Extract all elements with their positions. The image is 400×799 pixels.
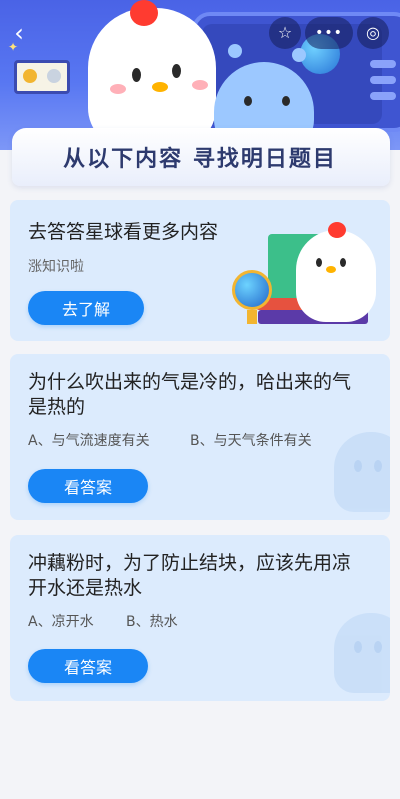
favorite-button[interactable]: ☆ <box>269 17 301 49</box>
chick-comb <box>130 0 158 26</box>
chick-eye <box>316 258 322 267</box>
globe-illustration <box>232 270 272 310</box>
target-icon: ◎ <box>366 23 380 42</box>
star-icon: ☆ <box>277 23 293 42</box>
globe-stand <box>247 310 257 324</box>
option-a: A、与气流速度有关 <box>28 433 150 449</box>
page-title: 从以下内容 寻找明日题目 <box>63 147 337 172</box>
chick-beak <box>152 82 168 92</box>
question-title-line: 是热的 <box>28 396 86 418</box>
chevron-left-icon: ‹ <box>14 19 24 47</box>
promo-subtitle: 涨知识啦 <box>28 259 84 275</box>
option-b: B、热水 <box>126 614 178 630</box>
view-answer-button[interactable]: 看答案 <box>28 649 148 683</box>
option-a: A、凉开水 <box>28 614 94 630</box>
chick-mascot-small <box>296 230 376 322</box>
question-card: 冲藕粉时，为了防止结块，应该先用凉 开水还是热水 A、凉开水 B、热水 看答案 <box>10 535 390 701</box>
alien-antenna <box>228 44 242 58</box>
decorative-bars <box>370 60 396 130</box>
chick-mascot <box>88 8 216 148</box>
option-b: B、与天气条件有关 <box>190 433 312 449</box>
alien-eye <box>282 96 290 106</box>
chick-beak <box>326 266 336 273</box>
ghost-decoration <box>334 613 390 693</box>
chick-cheek <box>110 84 126 94</box>
promo-card: 去答答星球看更多内容 涨知识啦 去了解 <box>10 200 390 341</box>
back-button[interactable]: ‹ <box>6 20 32 46</box>
question-card: 为什么吹出来的气是冷的，哈出来的气 是热的 A、与气流速度有关 B、与天气条件有… <box>10 354 390 520</box>
view-answer-button[interactable]: 看答案 <box>28 469 148 503</box>
more-icon: ••• <box>315 25 343 41</box>
alien-eye <box>244 96 252 106</box>
question-title-line: 为什么吹出来的气是冷的，哈出来的气 <box>28 371 352 393</box>
more-button[interactable]: ••• <box>305 17 353 49</box>
ghost-decoration <box>334 432 390 512</box>
alien-antenna <box>292 48 306 62</box>
promo-title: 去答答星球看更多内容 <box>28 221 219 243</box>
mini-program-capsule: ☆ ••• ◎ <box>265 17 393 49</box>
chick-eye <box>132 68 141 82</box>
chick-cheek <box>192 80 208 90</box>
question-title-line: 开水还是热水 <box>28 577 143 599</box>
chick-eye <box>172 64 181 78</box>
learn-more-button[interactable]: 去了解 <box>28 291 144 325</box>
chick-eye <box>340 258 346 267</box>
medal-icon <box>14 60 70 94</box>
chick-comb <box>328 222 346 238</box>
close-button[interactable]: ◎ <box>357 17 389 49</box>
question-title-line: 冲藕粉时，为了防止结块，应该先用凉 <box>28 552 352 574</box>
